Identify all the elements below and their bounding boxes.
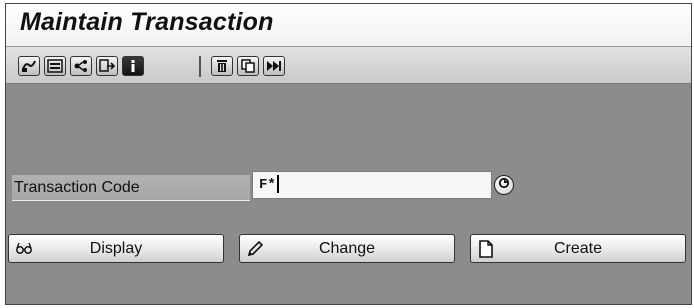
toolbar-separator (199, 56, 201, 77)
test-transaction-icon (21, 59, 37, 73)
other-object-button[interactable] (96, 56, 118, 76)
maintain-transaction-window: Maintain Transaction Transaction Code F*… (5, 3, 692, 305)
where-used-list-icon (73, 59, 89, 73)
text-cursor (276, 175, 279, 194)
delete-button[interactable] (211, 56, 233, 76)
display-button-label: Display (89, 240, 143, 257)
change-button-label: Change (318, 240, 376, 257)
change-button[interactable]: Change (239, 234, 455, 263)
display-object-list-button[interactable] (44, 56, 66, 76)
delete-icon (214, 59, 230, 73)
main-content: Transaction Code F* Display Change Creat… (6, 84, 691, 304)
info-icon (125, 59, 141, 73)
variants-icon (266, 59, 282, 73)
title-bar: Maintain Transaction (6, 4, 691, 47)
display-button[interactable]: Display (8, 234, 224, 263)
other-object-icon (99, 59, 115, 73)
value-help-button[interactable] (494, 175, 514, 195)
transaction-code-value: F* (259, 177, 276, 193)
info-button[interactable] (122, 56, 144, 76)
where-used-list-button[interactable] (70, 56, 92, 76)
copy-button[interactable] (237, 56, 259, 76)
copy-icon (240, 59, 256, 73)
window-title: Maintain Transaction (20, 8, 274, 36)
application-toolbar (6, 47, 691, 84)
display-object-list-icon (47, 59, 63, 73)
transaction-code-input[interactable]: F* (252, 171, 492, 199)
variants-button[interactable] (263, 56, 285, 76)
test-transaction-button[interactable] (18, 56, 40, 76)
create-button-label: Create (553, 240, 603, 257)
transaction-code-label: Transaction Code (12, 175, 250, 201)
value-help-icon (498, 176, 510, 194)
create-button[interactable]: Create (470, 234, 686, 263)
